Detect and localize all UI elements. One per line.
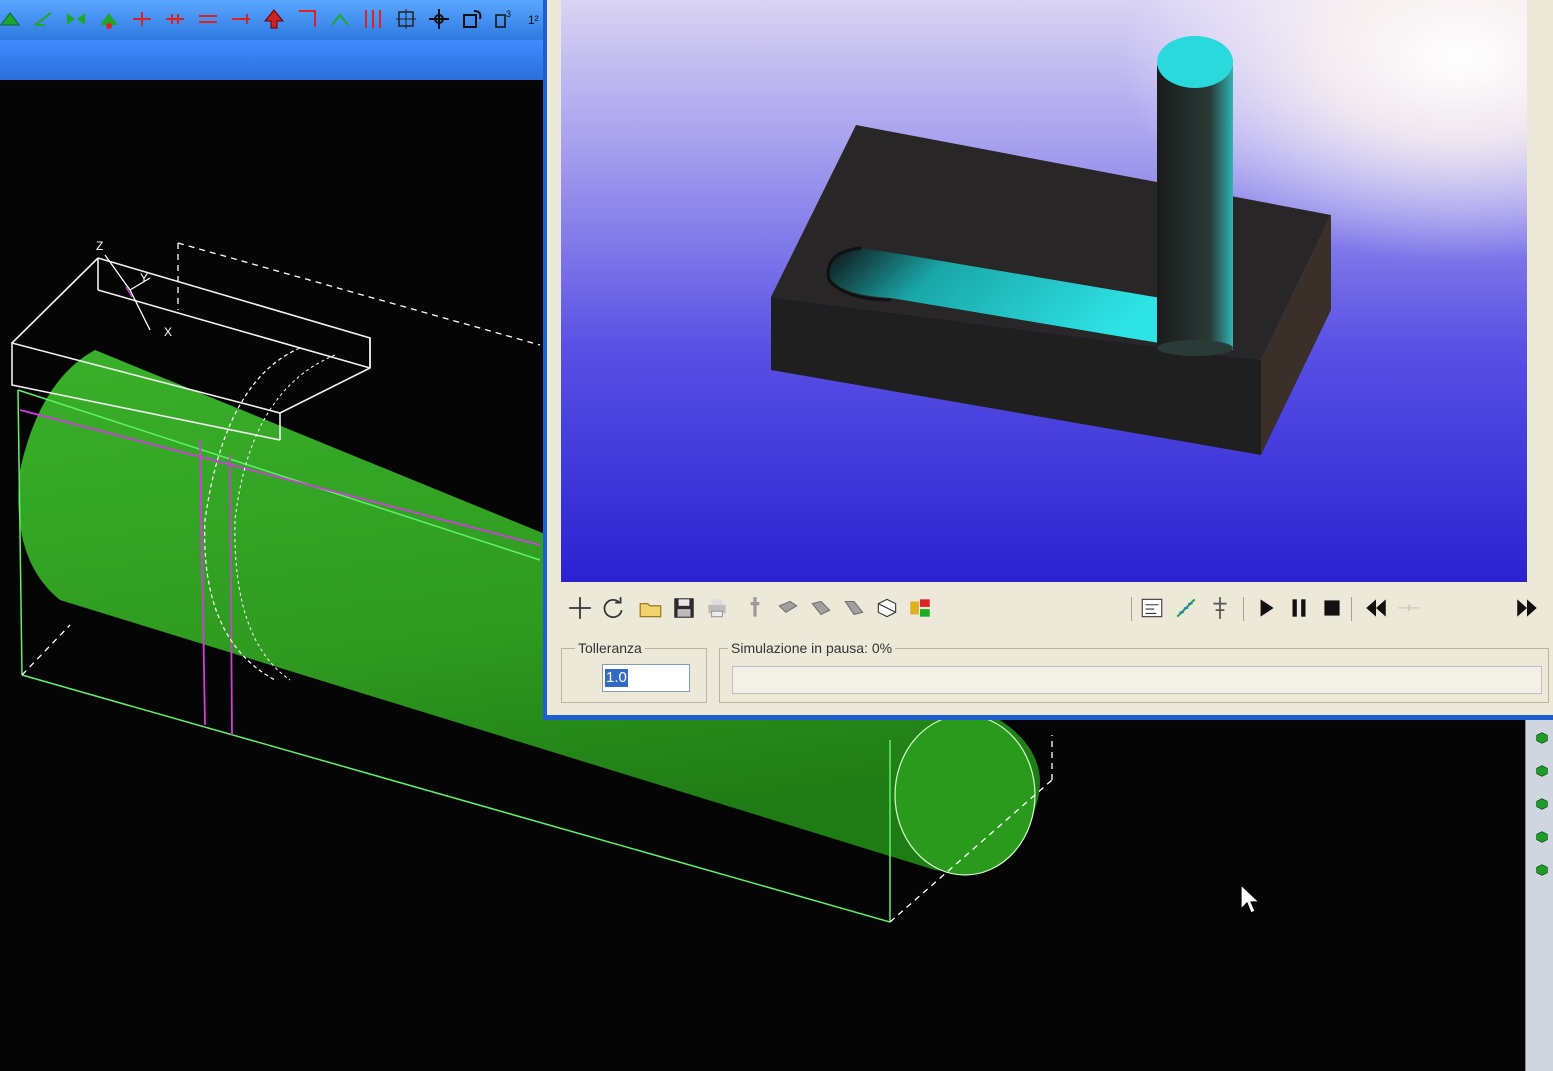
perpendicular-icon[interactable] [229,7,253,31]
tool-holder-icon[interactable] [1207,595,1233,621]
block-2-icon[interactable] [808,595,834,621]
offset-icon[interactable] [97,7,121,31]
tolerance-value: 1.0 [605,669,628,687]
wire-icon[interactable] [1534,862,1550,878]
axis-label-y: Y [140,271,148,285]
fast-forward-icon[interactable] [1514,595,1540,621]
tolerance-label: Tolleranza [575,640,645,656]
mouse-cursor-icon [1240,884,1260,914]
report-icon[interactable] [1139,595,1165,621]
extend-icon[interactable] [31,7,55,31]
join-icon[interactable] [163,7,187,31]
simulation-status-label: Simulazione in pausa: 0% [728,640,896,656]
toolbar-separator [1131,597,1132,621]
svg-text:3: 3 [506,9,511,19]
transform-icon[interactable] [1534,796,1550,812]
trim-icon[interactable] [0,7,22,31]
print-icon[interactable] [704,595,730,621]
rotate-icon[interactable] [460,7,484,31]
svg-text:1²: 1² [528,13,539,27]
block-1-icon[interactable] [775,595,801,621]
simulation-view[interactable] [561,0,1527,582]
toolpath-icon[interactable] [1173,595,1199,621]
chamfer-icon[interactable] [295,7,319,31]
solid-icon[interactable] [1534,763,1550,779]
surface-icon[interactable] [1534,829,1550,845]
move-icon[interactable] [427,7,451,31]
play-icon[interactable] [1253,595,1279,621]
align-icon[interactable] [328,7,352,31]
cylinder-end-face [894,714,1036,876]
simulation-window: Tolleranza 1.0 Simulazione in pausa: 0% [543,0,1553,720]
rewind-icon[interactable] [1363,595,1389,621]
tolerance-input[interactable]: 1.0 [602,664,690,692]
scale-icon[interactable] [394,7,418,31]
add-icon[interactable] [567,595,593,621]
tool-icon[interactable] [742,595,768,621]
block-3-icon[interactable] [841,595,867,621]
speed-slider[interactable] [1396,595,1422,621]
layer-icon[interactable] [1534,730,1550,746]
axis-label-z: Z [96,239,103,253]
simulation-progress-bar [732,666,1542,694]
pin-body [1157,65,1233,350]
stop-icon[interactable] [1319,595,1345,621]
simulation-toolbar [561,585,1553,635]
toolbar-separator [1351,597,1352,621]
fillet-icon[interactable] [262,7,286,31]
tolerance-group: Tolleranza 1.0 [561,640,707,703]
open-icon[interactable] [638,595,664,621]
save-icon[interactable] [671,595,697,621]
pin-bottom [1157,340,1233,356]
pause-icon[interactable] [1286,595,1312,621]
simulation-status-group: Simulazione in pausa: 0% [719,640,1549,703]
parallel-icon[interactable] [196,7,220,31]
cad-title-band [0,40,545,80]
top-toolbar: 3 1² [0,0,545,42]
axis-label-x: X [164,325,172,339]
distribute-icon[interactable] [361,7,385,31]
copy-icon[interactable]: 3 [493,7,517,31]
section-icon[interactable] [874,595,900,621]
stock-icon[interactable] [907,595,933,621]
pin-top-face [1157,36,1233,88]
break-icon[interactable] [130,7,154,31]
toolbar-separator [1243,597,1244,621]
mirror-icon[interactable] [64,7,88,31]
refresh-icon[interactable] [600,595,626,621]
